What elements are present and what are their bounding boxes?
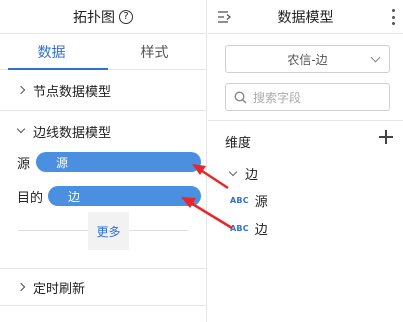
node-model-section: 节点数据模型 [0,70,206,111]
model-select-value: 农信-边 [287,52,328,67]
string-type-icon: ABC [230,196,249,205]
target-field-row: 目的 [0,186,43,206]
edge-model-label: 边线数据模型 [33,125,112,141]
tabs: 数据 样式 [0,34,206,70]
source-field-label: 源 [17,156,31,172]
search-placeholder: 搜索字段 [253,90,302,105]
timer-label: 定时刷新 [33,281,86,297]
target-field-label: 目的 [17,190,44,206]
field-search-input[interactable]: 搜索字段 [225,83,390,111]
field-item-label: 边 [254,223,268,238]
right-panel: 数据模型 农信-边 搜索字段 维度 边 ABC 源 ABC 边 [208,0,403,322]
active-tab-indicator [8,68,108,70]
more-options-icon[interactable] [391,9,395,25]
model-select[interactable]: 农信-边 [225,45,390,73]
search-icon [234,90,247,104]
panel-title: 拓扑图 [73,9,115,26]
more-button[interactable]: 更多 [88,212,129,250]
edge-group-toggle[interactable]: 边 [228,164,259,183]
chevron-right-icon [16,282,26,292]
edge-group-label: 边 [245,168,259,183]
left-panel: 拓扑图 ? 数据 样式 节点数据模型 边线数据模型 源 源 目的 边 更多 定时… [0,0,207,322]
add-icon[interactable] [379,130,393,144]
edge-model-toggle[interactable]: 边线数据模型 [0,111,206,151]
chevron-down-icon [370,52,381,63]
source-field-pill[interactable]: 源 [36,152,201,172]
field-item[interactable]: ABC 源 [230,191,268,210]
divider [208,120,403,121]
tab-style[interactable]: 样式 [103,34,206,69]
right-panel-header: 数据模型 [208,0,403,34]
tab-data[interactable]: 数据 [0,34,103,69]
target-field-pill[interactable]: 边 [48,186,201,206]
panel-header: 拓扑图 ? [0,0,206,34]
help-icon[interactable]: ? [119,9,133,24]
node-model-toggle[interactable]: 节点数据模型 [0,70,206,110]
string-type-icon: ABC [230,224,249,233]
chevron-down-icon [228,167,238,176]
chevron-down-icon [16,124,26,134]
field-item-label: 源 [254,195,268,210]
source-field-row: 源 [0,152,36,172]
node-model-label: 节点数据模型 [33,84,112,100]
dimension-heading: 维度 [225,136,252,151]
timer-toggle[interactable]: 定时刷新 [0,269,207,305]
right-panel-title: 数据模型 [277,9,334,26]
timer-section: 定时刷新 [0,268,207,306]
chevron-right-icon [16,85,26,95]
field-item[interactable]: ABC 边 [230,219,268,238]
